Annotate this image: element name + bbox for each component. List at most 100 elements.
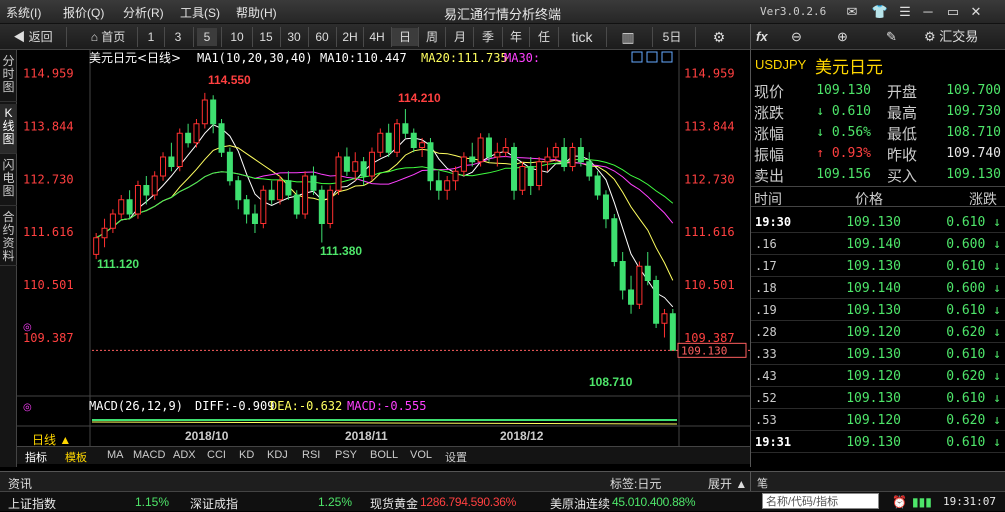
candle-body [168, 156, 175, 167]
draw-tool-icon[interactable]: ✎ [886, 28, 897, 46]
expand-button[interactable]: 展开 ▲ [708, 475, 747, 492]
menu-help[interactable]: 帮助(H) [236, 4, 277, 21]
y-tick-label-right: 114.959 [684, 66, 735, 80]
tick-header-change: 涨跌 [969, 191, 997, 207]
high-annotation: 114.550 [208, 73, 251, 87]
zoom-out-icon[interactable]: ⊖ [791, 28, 802, 46]
candle-body [151, 175, 158, 196]
menu-analysis[interactable]: 分析(R) [123, 4, 164, 21]
menu-quote[interactable]: 报价(Q) [63, 4, 104, 21]
tab-kdj[interactable]: KDJ [267, 449, 288, 461]
tick-price: 109.140 [846, 281, 901, 296]
szse-index-name[interactable]: 深证成指 [190, 495, 238, 512]
candle-body [427, 142, 434, 182]
period-4h[interactable]: 4H [364, 28, 390, 46]
candle-body [602, 194, 609, 220]
tick-change: 0.600 ↓ [946, 281, 1001, 296]
period-custom[interactable]: 任 [531, 28, 557, 46]
tab-boll[interactable]: BOLL [370, 449, 398, 461]
trade-button[interactable]: ⚙ 汇交易 [924, 28, 978, 46]
mail-icon[interactable]: ✉ [842, 2, 862, 22]
quote-symbol: USDJPY [755, 57, 807, 72]
quote-label: 涨幅 [754, 126, 785, 143]
period-60[interactable]: 60 [309, 28, 335, 46]
tab-ma[interactable]: MA [107, 449, 124, 461]
candle-body [469, 156, 476, 163]
tab-contract[interactable]: 合约资料 [0, 208, 17, 266]
back-button[interactable]: ◀ 返回 [8, 28, 58, 46]
home-button[interactable]: ⌂ 首页 [84, 28, 132, 46]
candle-body [569, 147, 576, 167]
candle-body [277, 180, 284, 201]
tick-time: 19:30 [755, 215, 792, 229]
restore-icon[interactable]: ▭ [943, 2, 963, 22]
close-icon[interactable]: ✕ [966, 2, 986, 22]
candle-body [527, 166, 534, 186]
candle-body [251, 213, 258, 224]
function-icon[interactable]: fx [756, 28, 768, 46]
candle-body [176, 132, 183, 167]
minimize-icon[interactable]: ─ [918, 2, 938, 22]
candle-body [502, 147, 509, 153]
period-quarter[interactable]: 季 [475, 28, 501, 46]
menu-icon[interactable]: ☰ [895, 2, 915, 22]
period-15[interactable]: 15 [253, 28, 279, 46]
tick-time: .43 [755, 369, 777, 383]
candle-body [226, 151, 233, 182]
quote-value: 109.700 [946, 83, 1001, 98]
settings-icon[interactable]: ⚙ [705, 28, 733, 46]
tab-flash[interactable]: 闪电图 [0, 156, 17, 206]
tab-adx[interactable]: ADX [173, 449, 196, 461]
period-tick[interactable]: tick [566, 28, 598, 46]
period-year[interactable]: 年 [503, 28, 529, 46]
crude-name[interactable]: 美原油连续 [550, 495, 610, 512]
y-tick-label-right: 111.616 [684, 225, 735, 239]
tab-psy[interactable]: PSY [335, 449, 357, 461]
sse-index-name[interactable]: 上证指数 [8, 495, 56, 512]
candle-body [243, 199, 250, 215]
candle-body [134, 185, 141, 215]
period-1[interactable]: 1 [141, 28, 161, 46]
bar-chart-icon[interactable]: ▥ [616, 28, 640, 46]
kline-chart[interactable]: 114.959 114.959 113.844 113.844 112.730 112.7… [17, 50, 750, 467]
right-info-bar: 笔 [750, 471, 1005, 491]
period-5[interactable]: 5 [197, 28, 217, 46]
period-month[interactable]: 月 [447, 28, 473, 46]
candle-body [419, 142, 426, 148]
tab-indicator[interactable]: 指标 [25, 449, 47, 465]
indicator-bar: 日线 ▲ 指标 模板 MA MACD ADX CCI KD KDJ RSI PS… [17, 433, 750, 465]
candle-body [494, 151, 501, 158]
tab-settings[interactable]: 设置 [445, 449, 467, 465]
quote-row: 现价 109.130 开盘 109.700 [751, 79, 1005, 101]
period-week[interactable]: 周 [419, 28, 445, 46]
period-10[interactable]: 10 [224, 28, 250, 46]
period-2h[interactable]: 2H [337, 28, 363, 46]
tab-kline[interactable]: K线图 [0, 104, 17, 154]
tab-vol[interactable]: VOL [410, 449, 432, 461]
gold-name[interactable]: 现货黄金 [370, 495, 418, 512]
search-input[interactable]: 名称/代码/指标 [762, 493, 879, 509]
grid-toggle-icon [631, 51, 643, 63]
period-30[interactable]: 30 [281, 28, 307, 46]
menu-system[interactable]: 系统(I) [6, 4, 41, 21]
candle-body [477, 137, 484, 163]
alarm-icon[interactable]: ⏰ [892, 495, 907, 509]
zoom-in-icon[interactable]: ⊕ [837, 28, 848, 46]
period-3[interactable]: 3 [168, 28, 188, 46]
tab-cci[interactable]: CCI [207, 449, 226, 461]
period-day[interactable]: 日 [392, 28, 418, 46]
chart-canvas[interactable]: 114.959 114.959 113.844 113.844 112.730 112.7… [17, 50, 750, 446]
news-label[interactable]: 资讯 [8, 475, 32, 492]
candle-body [360, 161, 367, 177]
tab-daily[interactable]: 日线 ▲ [32, 431, 71, 448]
pen-tab[interactable]: 笔 [757, 475, 768, 491]
tab-macd[interactable]: MACD [133, 449, 165, 461]
tab-template[interactable]: 模板 [65, 449, 87, 465]
tab-timeshare[interactable]: 分时图 [0, 52, 17, 102]
five-day-button[interactable]: 5日 [659, 28, 685, 46]
tick-row: .18 109.140 0.600 ↓ [751, 277, 1005, 299]
tab-kd[interactable]: KD [239, 449, 254, 461]
menu-tools[interactable]: 工具(S) [180, 4, 220, 21]
tab-rsi[interactable]: RSI [302, 449, 320, 461]
skin-icon[interactable]: 👕 [870, 2, 890, 22]
